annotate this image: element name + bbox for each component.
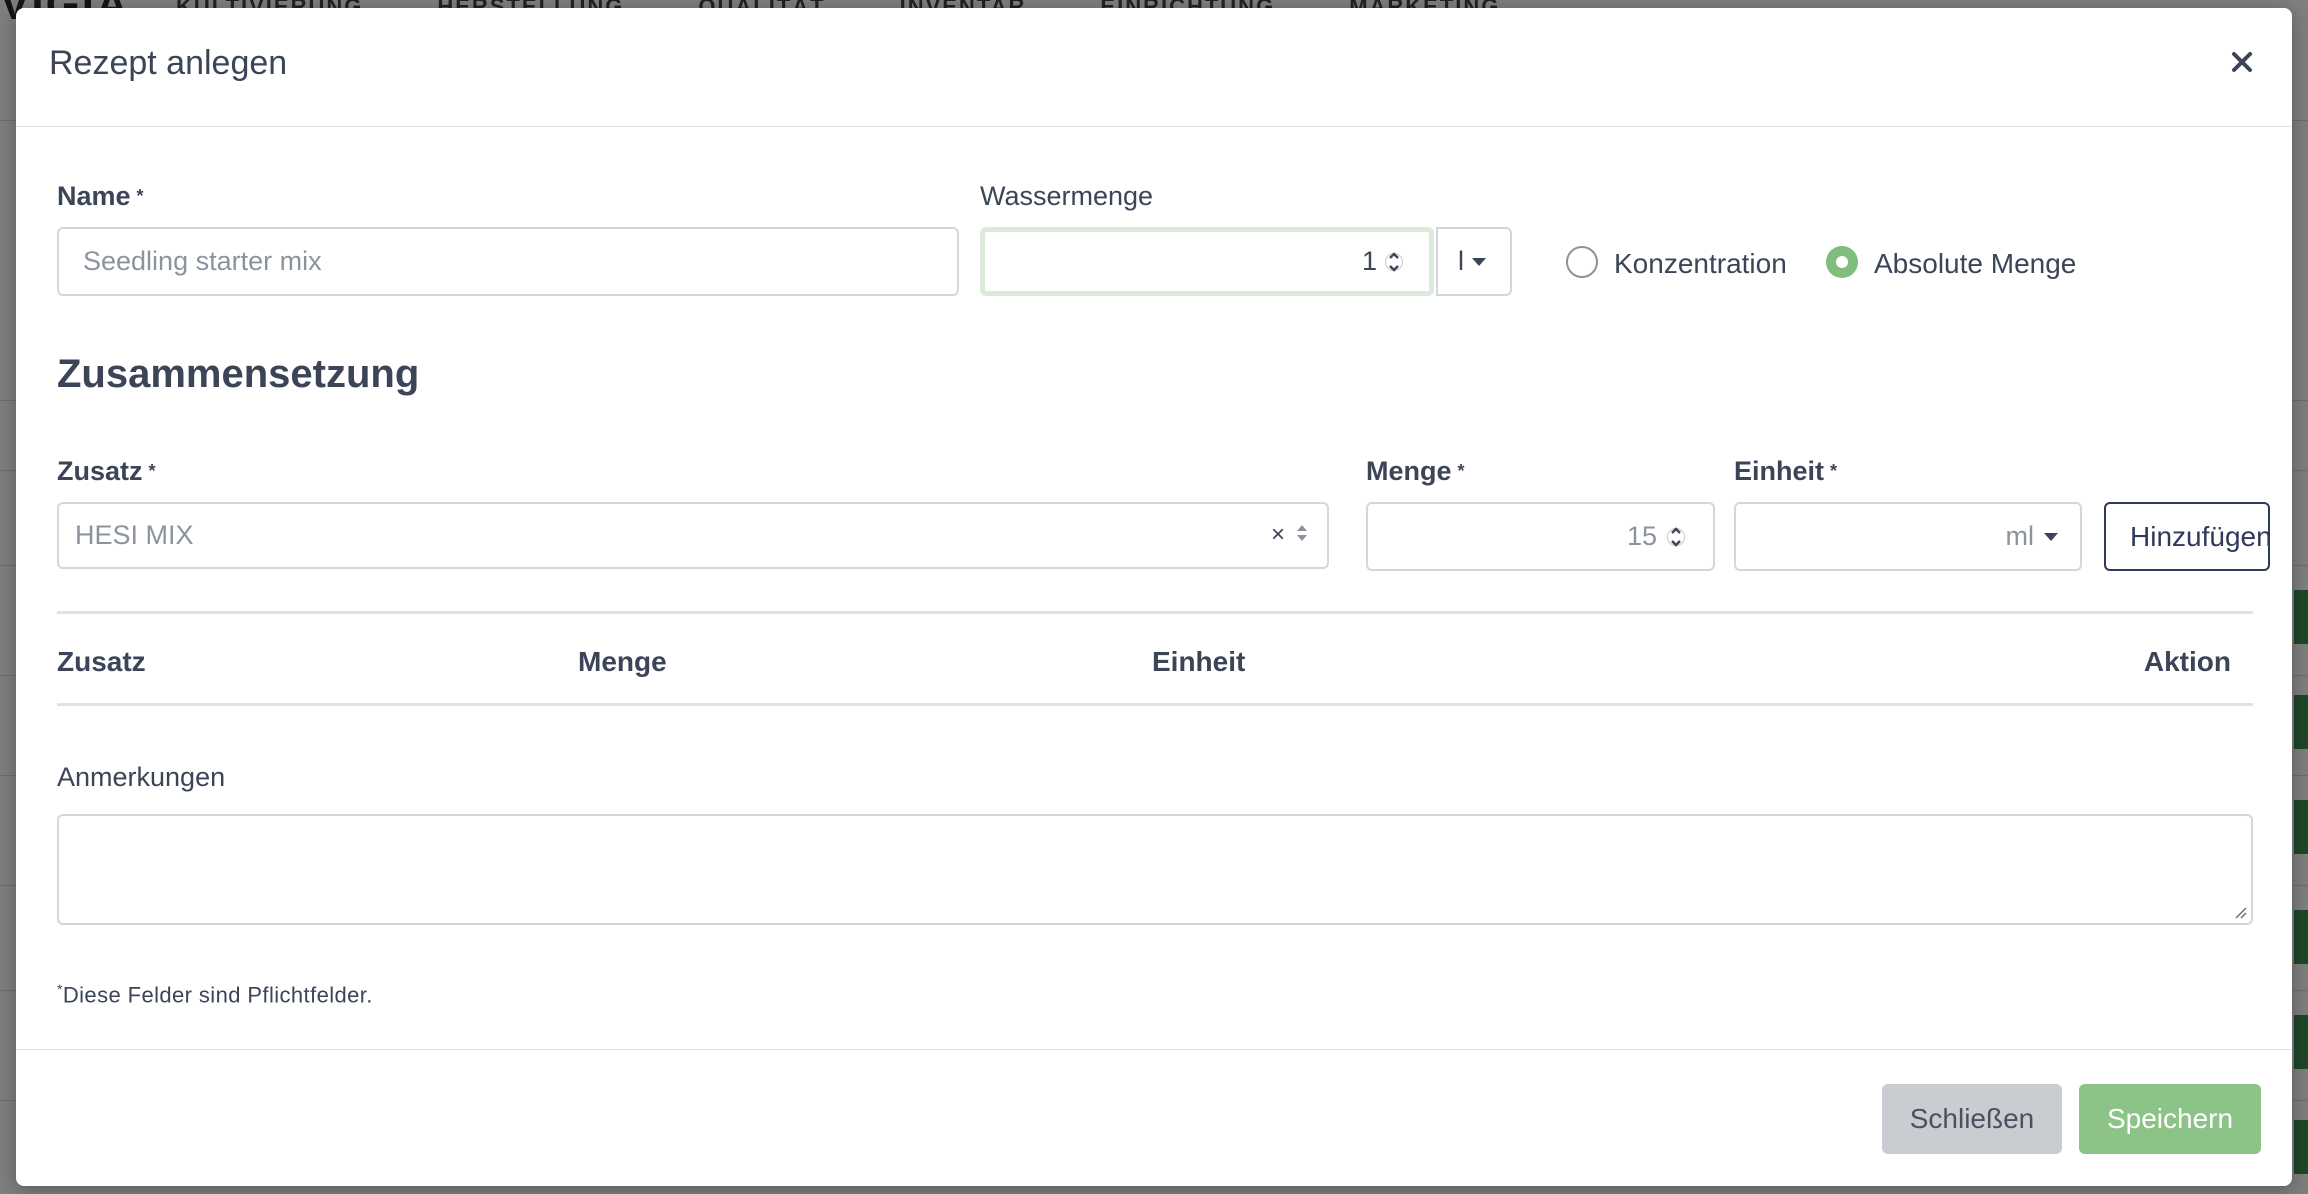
sort-icon xyxy=(1295,520,1309,546)
radio-absolute-amount-label[interactable]: Absolute Menge xyxy=(1874,248,2076,280)
name-label: Name * xyxy=(57,181,144,211)
water-amount-value: 1 xyxy=(1361,246,1377,276)
composition-title: Zusammensetzung xyxy=(57,352,420,396)
amount-value: 15 xyxy=(1626,521,1657,551)
required-fields-note: *Diese Felder sind Pflichtfelder. xyxy=(57,981,373,1008)
unit-label: Einheit * xyxy=(1734,456,1838,486)
water-unit-value: l xyxy=(1458,246,1464,276)
additive-value: HESI MIX xyxy=(75,520,194,550)
create-recipe-modal: Rezept anlegen Name * Seedling starter mi… xyxy=(16,8,2292,1186)
column-header-amount: Menge xyxy=(578,646,667,677)
modal-header: Rezept anlegen xyxy=(16,8,2292,127)
amount-label: Menge * xyxy=(1366,456,1465,486)
notes-label: Anmerkungen xyxy=(57,762,226,792)
notes-textarea[interactable] xyxy=(57,814,2253,925)
chevron-down-icon xyxy=(1472,257,1486,266)
modal-title: Rezept anlegen xyxy=(49,44,288,82)
radio-concentration-label[interactable]: Konzentration xyxy=(1614,248,1787,280)
stepper-icon[interactable] xyxy=(1385,245,1403,279)
amount-input[interactable]: 15 xyxy=(1366,502,1715,571)
clear-icon[interactable]: × xyxy=(1271,521,1285,549)
unit-select[interactable]: ml xyxy=(1734,502,2082,571)
column-header-action: Aktion xyxy=(2143,646,2231,677)
resize-handle-icon[interactable] xyxy=(2233,905,2247,919)
radio-absolute-amount[interactable] xyxy=(1826,246,1858,278)
close-icon[interactable] xyxy=(2222,42,2262,82)
column-header-additive: Zusatz xyxy=(57,646,146,677)
water-amount-label: Wassermenge xyxy=(980,181,1154,211)
unit-value: ml xyxy=(2005,521,2035,551)
name-placeholder: Seedling starter mix xyxy=(83,246,322,276)
add-button[interactable]: Hinzufügen xyxy=(2104,502,2270,571)
radio-concentration[interactable] xyxy=(1566,246,1598,278)
additive-label: Zusatz * xyxy=(57,456,156,486)
save-button[interactable]: Speichern xyxy=(2079,1084,2261,1154)
additive-select[interactable]: HESI MIX × xyxy=(57,502,1329,569)
column-header-unit: Einheit xyxy=(1152,646,1246,677)
chevron-down-icon xyxy=(2044,532,2058,541)
modal-footer: Schließen Speichern xyxy=(16,1049,2292,1186)
water-unit-select[interactable]: l xyxy=(1436,227,1512,296)
water-amount-input[interactable]: 1 xyxy=(980,227,1434,296)
close-button[interactable]: Schließen xyxy=(1882,1084,2062,1154)
stepper-icon[interactable] xyxy=(1667,520,1685,554)
name-input[interactable]: Seedling starter mix xyxy=(57,227,959,296)
composition-table-header: Zusatz Menge Einheit Aktion xyxy=(57,611,2253,706)
